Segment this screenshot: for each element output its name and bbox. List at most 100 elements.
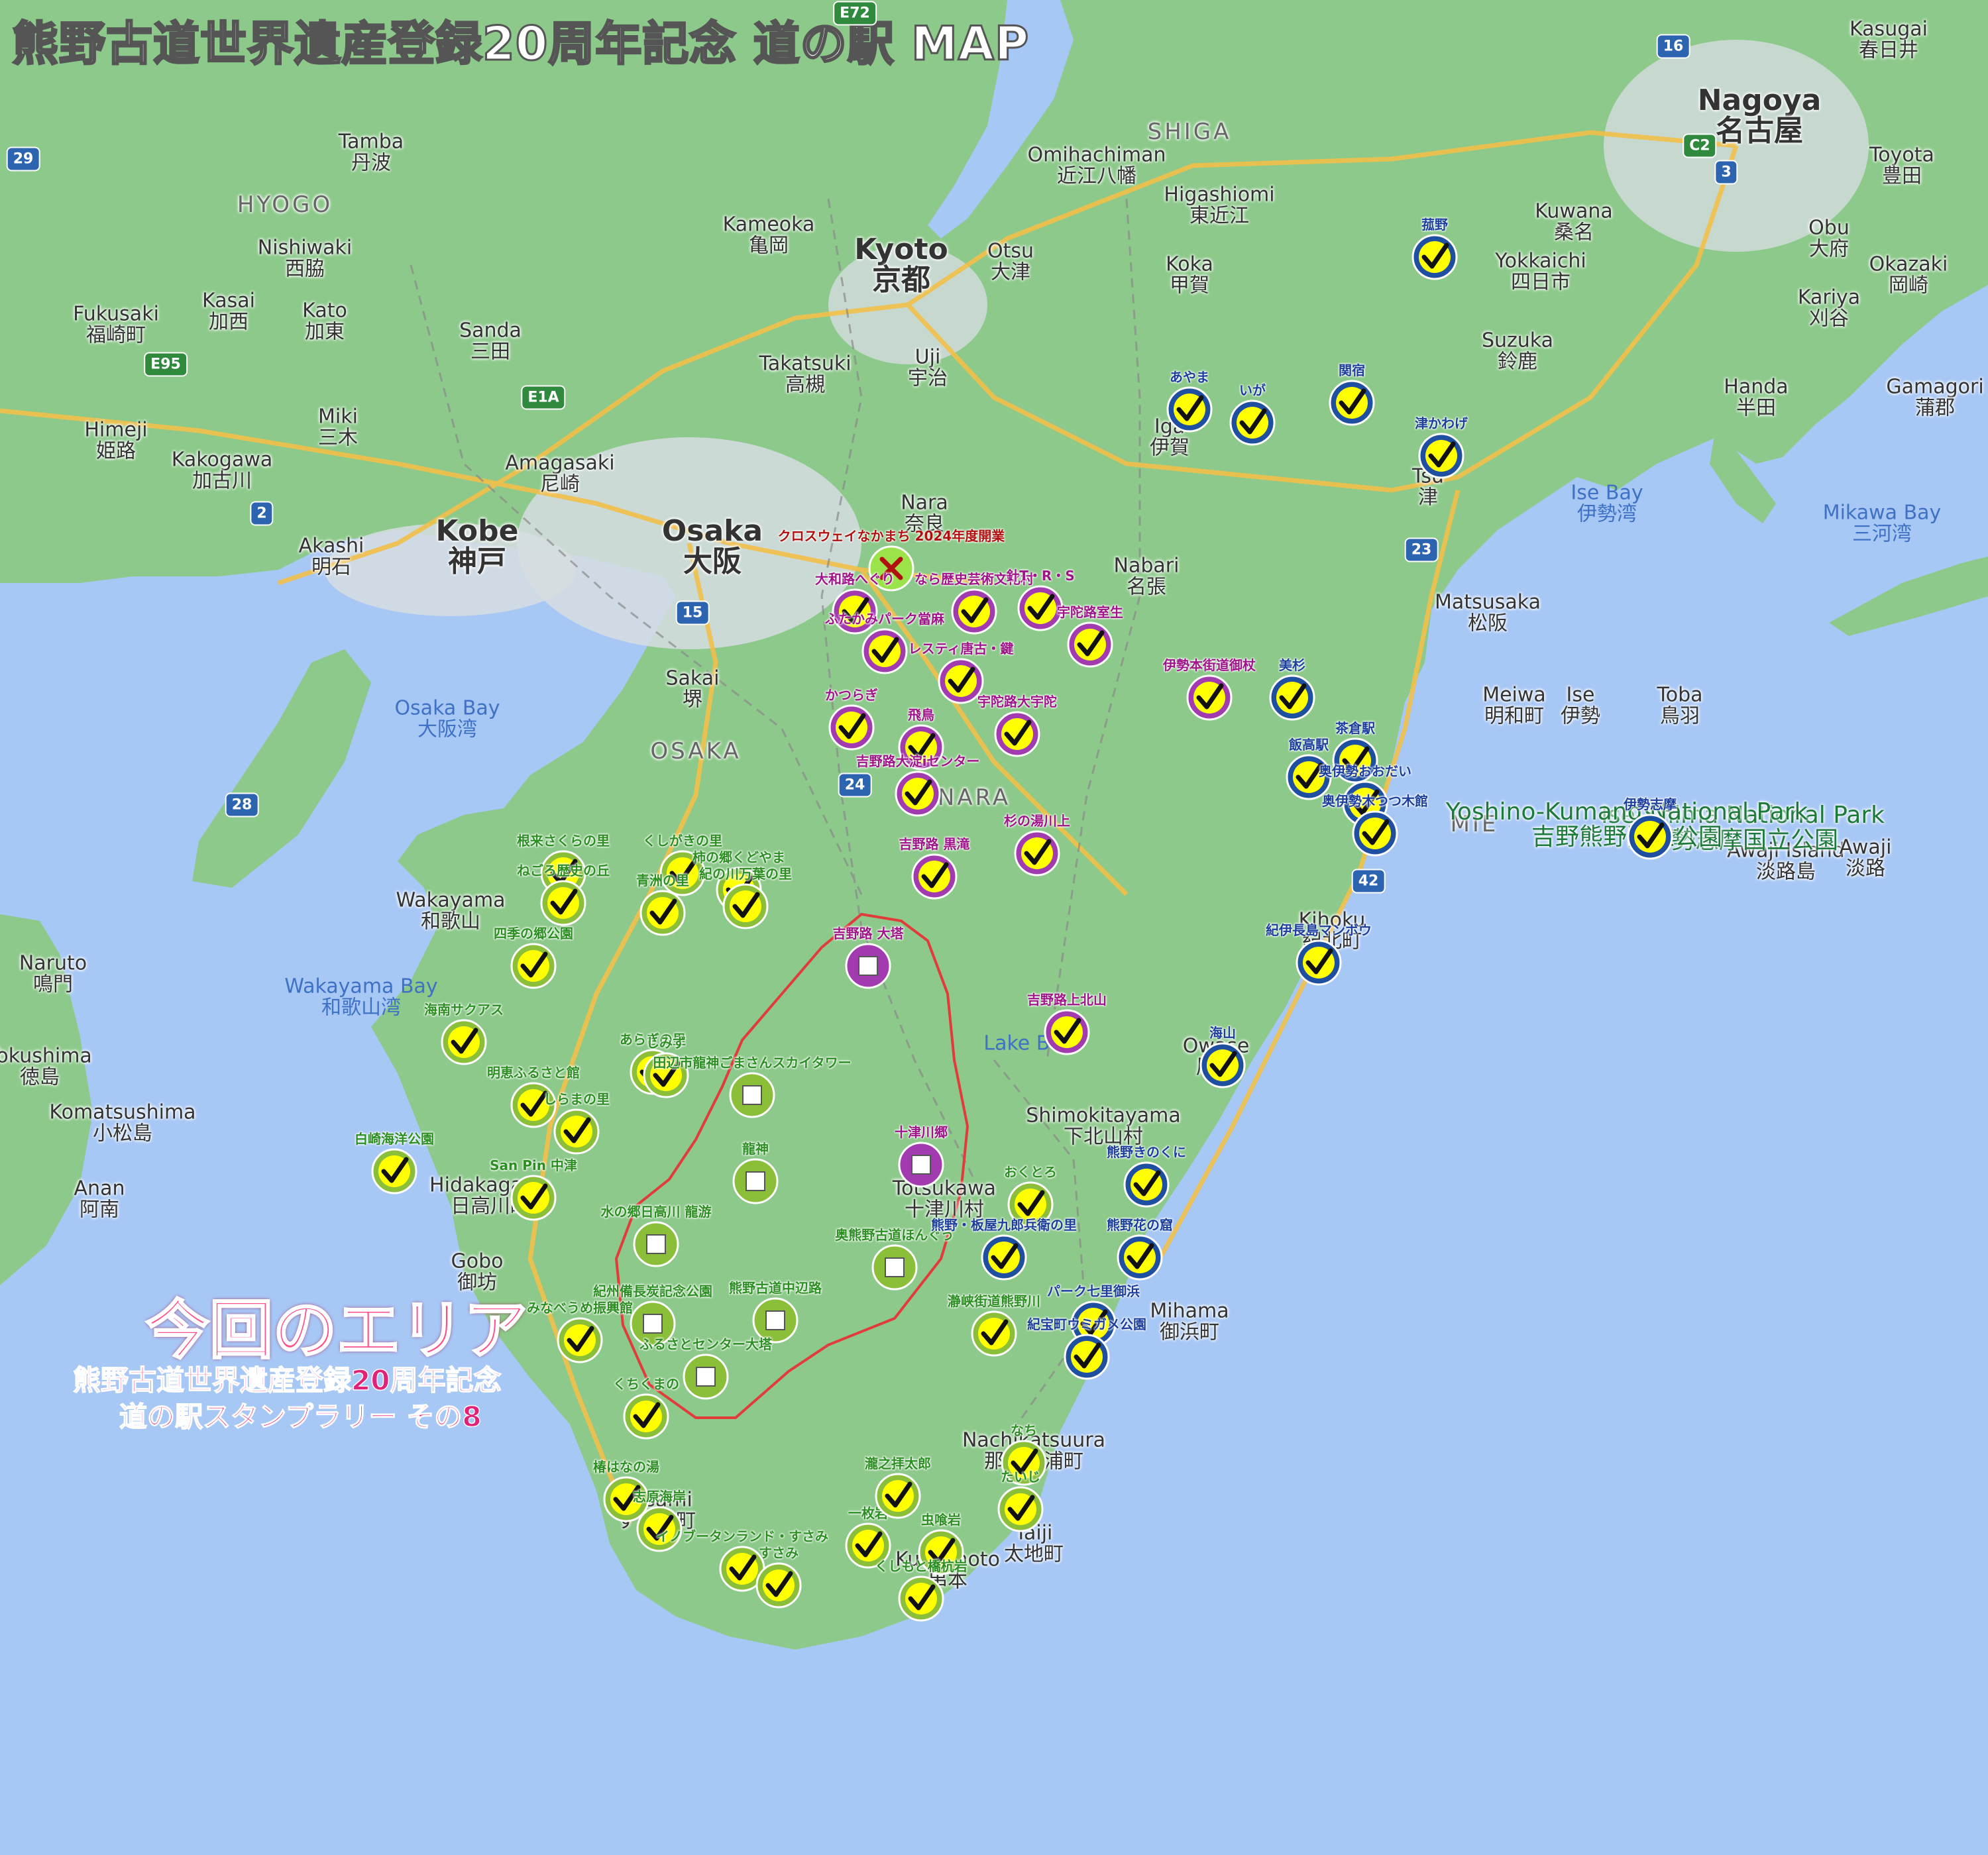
station-marker[interactable] — [828, 704, 875, 754]
station-marker[interactable] — [1063, 1333, 1111, 1383]
checkmark-icon — [623, 1393, 669, 1440]
place-label: Naruto 鳴門 — [19, 951, 87, 996]
station-label: ねごろ歴史の丘 — [517, 863, 610, 878]
route-shield: 28 — [225, 792, 259, 818]
place-label: Wakayama Bay 和歌山湾 — [284, 975, 438, 1019]
place-label: Gamagori 蒲郡 — [1886, 375, 1984, 419]
station-label: 熊野・板屋九郎兵衛の里 — [931, 1217, 1077, 1233]
station-marker[interactable] — [622, 1393, 670, 1443]
station-marker[interactable] — [1166, 386, 1213, 436]
station-label: 瀞峡街道熊野川 — [948, 1293, 1040, 1309]
station-marker[interactable] — [440, 1018, 488, 1069]
station-marker[interactable] — [1116, 1234, 1164, 1284]
station-label: 根来さくらの里 — [517, 833, 610, 849]
station-label: たいじ — [1001, 1469, 1040, 1485]
station-marker[interactable] — [510, 942, 557, 992]
station-label: レスティ唐古・鍵 — [908, 641, 1014, 657]
station-marker[interactable] — [682, 1353, 730, 1403]
station-marker[interactable] — [639, 889, 687, 939]
place-label: HYOGO — [237, 191, 333, 219]
station-marker[interactable] — [370, 1147, 418, 1198]
station-marker[interactable] — [632, 1220, 680, 1271]
checkmark-icon — [997, 1486, 1044, 1532]
place-label: Akashi 明石 — [298, 534, 364, 578]
station-marker[interactable] — [993, 710, 1041, 761]
station-label: 瀧之拝太郎 — [865, 1456, 931, 1471]
place-label: Yokkaichi 四日市 — [1495, 249, 1586, 293]
place-label: Fukusaki 福崎町 — [73, 302, 159, 346]
station-marker[interactable] — [980, 1234, 1028, 1284]
station-marker[interactable] — [1328, 379, 1376, 429]
place-label: Matsusaka 松阪 — [1435, 590, 1541, 635]
station-label: いが — [1239, 382, 1266, 398]
stamp-rally-map[interactable]: 熊野古道世界遺産登録20周年記念 道の駅 MAP Nagoya 名古屋 Kyoto 京… — [0, 0, 1988, 1855]
station-marker[interactable] — [844, 942, 892, 992]
station-marker[interactable] — [1199, 1041, 1246, 1092]
station-marker[interactable] — [755, 1562, 802, 1612]
station-marker[interactable] — [970, 1310, 1018, 1360]
route-shield: 24 — [838, 772, 872, 798]
place-label: Komatsushima 小松島 — [49, 1100, 196, 1145]
station-label: ふたかみパーク當麻 — [825, 611, 944, 627]
station-label: おくとろ — [1004, 1164, 1057, 1180]
station-marker[interactable] — [722, 882, 769, 933]
station-marker[interactable] — [510, 1174, 557, 1224]
place-label: OSAKA — [650, 738, 742, 765]
station-label: 関宿 — [1339, 362, 1365, 378]
checkmark-icon — [510, 943, 557, 989]
station-marker[interactable] — [553, 1108, 600, 1158]
station-marker[interactable] — [1043, 1008, 1091, 1059]
place-label: Anan 阿南 — [74, 1177, 125, 1221]
station-marker[interactable] — [861, 627, 909, 678]
checkmark-icon — [1123, 1161, 1170, 1208]
place-label: Kasai 加西 — [202, 289, 255, 333]
place-label: Kato 加東 — [302, 299, 347, 343]
station-marker[interactable] — [539, 879, 587, 929]
station-marker[interactable] — [874, 1472, 922, 1522]
place-label: Tamba 丹波 — [338, 130, 404, 174]
station-marker[interactable] — [1411, 233, 1459, 284]
station-label: 海南サクアス — [424, 1002, 504, 1018]
checkmark-icon — [951, 588, 997, 635]
station-marker[interactable] — [1186, 674, 1233, 724]
station-marker[interactable] — [997, 1485, 1044, 1536]
station-marker[interactable] — [897, 1575, 945, 1625]
station-marker[interactable] — [897, 1141, 945, 1191]
station-label: 宇陀路大宇陀 — [977, 694, 1057, 710]
station-label: かつらぎ — [825, 687, 878, 703]
station-square-icon — [732, 1158, 779, 1204]
station-marker[interactable] — [1351, 810, 1399, 860]
station-marker[interactable] — [1417, 432, 1465, 482]
station-marker[interactable] — [1295, 939, 1343, 989]
checkmark-icon — [1199, 1042, 1246, 1088]
station-marker[interactable] — [556, 1316, 604, 1367]
checkmark-icon — [755, 1562, 802, 1609]
station-marker[interactable] — [732, 1157, 779, 1208]
station-label: 田辺市龍神ごまさんスカイタワー — [653, 1055, 852, 1071]
station-marker[interactable] — [1123, 1161, 1170, 1211]
station-marker[interactable] — [1066, 621, 1114, 671]
place-label: Koka 甲賀 — [1166, 252, 1213, 297]
place-label: Sanda 三田 — [459, 319, 522, 363]
place-label: Toba 鳥羽 — [1657, 683, 1703, 727]
station-marker[interactable] — [1268, 674, 1316, 724]
route-shield: 29 — [6, 146, 40, 172]
station-marker[interactable] — [728, 1071, 776, 1122]
station-marker[interactable] — [1229, 399, 1276, 449]
route-shield: 15 — [675, 600, 710, 625]
station-label: 飛鳥 — [908, 707, 934, 723]
station-square-icon — [683, 1353, 729, 1400]
station-marker[interactable] — [894, 770, 942, 820]
checkmark-icon — [911, 853, 958, 900]
station-label: 美杉 — [1279, 657, 1305, 673]
station-label: なち — [1011, 1422, 1037, 1438]
station-marker[interactable] — [1626, 813, 1674, 863]
place-label: Miki 三木 — [318, 405, 358, 449]
station-marker[interactable] — [871, 1244, 918, 1294]
station-marker[interactable] — [1013, 829, 1061, 880]
station-marker[interactable] — [950, 588, 998, 638]
map-title: 熊野古道世界遺産登録20周年記念 道の駅 MAP — [11, 16, 1030, 72]
station-marker[interactable] — [911, 853, 958, 903]
station-label: 志原海岸 — [633, 1489, 686, 1505]
place-label: Himeji 姫路 — [84, 418, 148, 462]
